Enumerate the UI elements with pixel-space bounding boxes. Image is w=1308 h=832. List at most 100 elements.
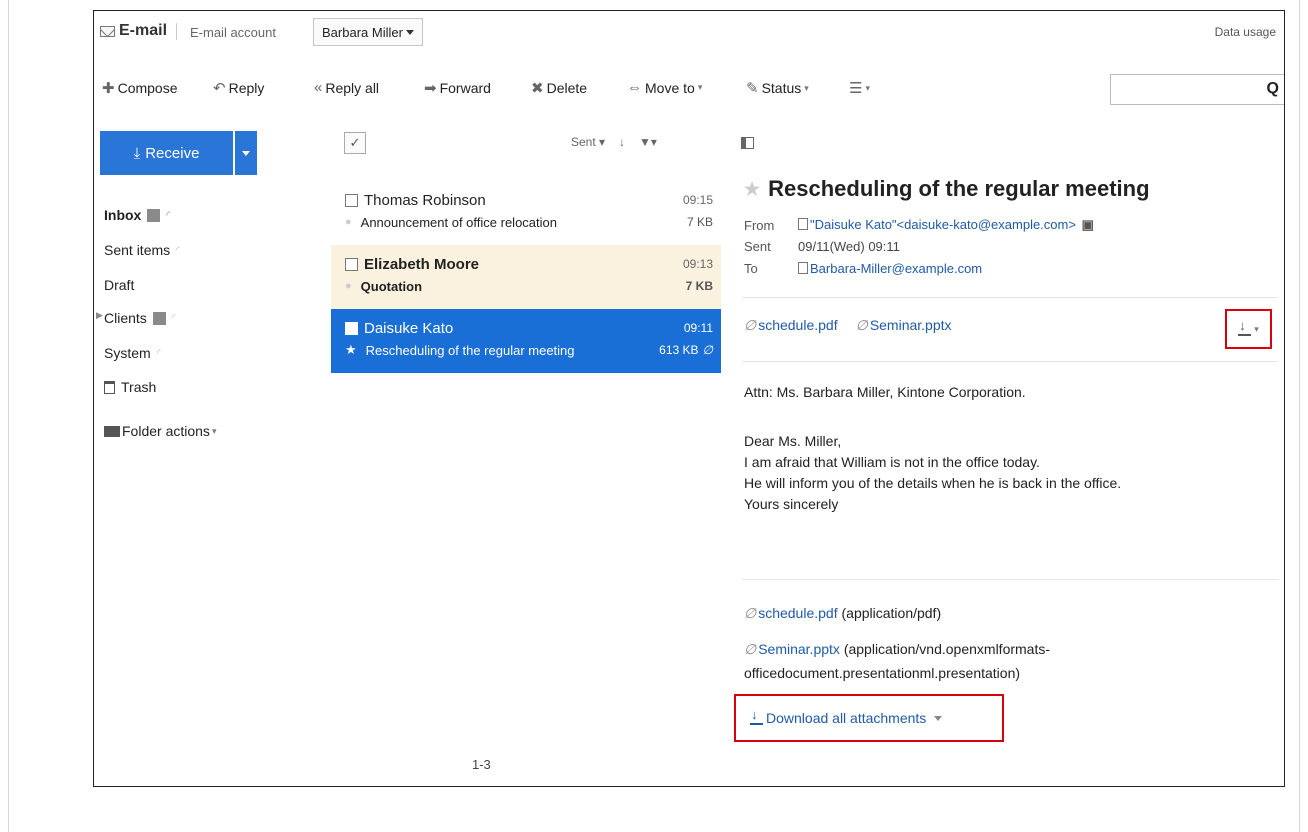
app-title-text: E-mail: [119, 22, 168, 39]
sender: Thomas Robinson: [345, 192, 486, 209]
message-subject: Quotation: [360, 278, 423, 294]
chevron-down-icon: [405, 29, 414, 35]
paperclip-icon: ∅: [702, 343, 713, 357]
message-title: ★ Rescheduling of the regular meeting: [744, 176, 1150, 202]
message-row[interactable]: Thomas Robinson 09:15 ● Announcement of …: [331, 181, 721, 245]
attachment-name: Seminar.pptx: [758, 641, 840, 657]
move-to-label: Move to: [645, 79, 695, 96]
reply-all-button[interactable]: « Reply all: [314, 79, 379, 96]
attachment-list-item: ∅ schedule.pdf (application/pdf): [744, 605, 941, 622]
status-button[interactable]: ✎ Status ▾: [746, 79, 809, 97]
message-subject-wrap: ● Quotation: [345, 279, 422, 294]
chevron-down-icon: ▾: [804, 82, 809, 93]
delete-icon: ✖: [531, 80, 544, 97]
from-row: From "Daisuke Kato"<daisuke-kato@example…: [744, 217, 1094, 233]
sort-controls: Sent ▾ ↓ ▼▾: [571, 135, 657, 149]
search-input[interactable]: Q: [1110, 74, 1284, 105]
status-label: Status: [761, 80, 802, 96]
folder-sent-items[interactable]: Sent items ◜: [104, 240, 180, 260]
attachment-link[interactable]: ∅ Seminar.pptx: [856, 317, 952, 334]
message-time: 09:15: [682, 193, 713, 207]
select-all-checkbox[interactable]: ✓: [344, 132, 366, 154]
download-icon: ⤓: [133, 144, 141, 162]
app-title: E-mail: [100, 22, 167, 40]
body-line: Yours sincerely: [744, 496, 839, 512]
account-select[interactable]: Barbara Miller: [313, 18, 423, 46]
folder-label: Trash: [121, 379, 157, 395]
contact-icon: [798, 218, 808, 230]
paperclip-icon: ∅: [744, 641, 757, 657]
star-icon[interactable]: ★: [345, 342, 357, 358]
message-checkbox[interactable]: [345, 257, 358, 271]
download-all-attachments-button[interactable]: Download all attachments: [734, 694, 1004, 742]
pane-toggle-icon[interactable]: [741, 137, 754, 149]
sent-value: 09/11(Wed) 09:11: [798, 239, 900, 254]
from-address[interactable]: "Daisuke Kato"<daisuke-kato@example.com>…: [798, 217, 1094, 233]
sort-dropdown[interactable]: Sent ▾: [571, 135, 605, 149]
message-checkbox[interactable]: [345, 321, 358, 335]
star-icon[interactable]: ●: [345, 216, 352, 228]
attachment-type: (application/pdf): [841, 605, 942, 621]
message-subject: Rescheduling of the regular meeting: [365, 342, 575, 358]
header-separator: [176, 23, 177, 40]
message-size-wrap: 613 KB ∅: [659, 343, 713, 357]
folder-trash[interactable]: Trash: [104, 377, 156, 397]
chevron-down-icon: [934, 715, 943, 721]
sender-name: Thomas Robinson: [364, 191, 486, 209]
forward-button[interactable]: ➡ Forward: [424, 79, 491, 97]
body-line: I am afraid that William is not in the o…: [744, 454, 1040, 470]
attachment-link[interactable]: ∅ Seminar.pptx: [744, 641, 840, 657]
folder-actions-button[interactable]: Folder actions ▾: [104, 421, 216, 441]
unread-badge: [147, 208, 161, 222]
to-label: To: [744, 261, 758, 276]
expand-icon[interactable]: ▶: [96, 310, 103, 321]
message-size: 7 KB: [686, 215, 713, 229]
to-address[interactable]: Barbara-Miller@example.com: [798, 261, 982, 276]
folder-inbox[interactable]: Inbox ◜: [104, 205, 170, 225]
message-row-selected[interactable]: Daisuke Kato 09:11 ★ Rescheduling of the…: [331, 309, 721, 373]
message-subject: Announcement of office relocation: [360, 214, 557, 230]
trash-icon: [104, 380, 115, 394]
reply-label: Reply: [228, 80, 265, 96]
list-icon: ☰: [849, 80, 863, 97]
app-header: E-mail E-mail account Barbara Miller Dat…: [94, 11, 1284, 53]
from-label: From: [744, 217, 775, 233]
chevron-down-icon: ▾: [1254, 323, 1259, 334]
attachment-name: schedule.pdf: [758, 317, 838, 333]
download-attachments-button[interactable]: ▾: [1225, 309, 1272, 349]
view-options-button[interactable]: ☰ ▾: [849, 79, 870, 97]
rss-icon: ◜: [156, 347, 161, 359]
folder-system[interactable]: System ◜: [104, 343, 161, 363]
address-book-icon[interactable]: ▣: [1082, 217, 1094, 232]
star-icon[interactable]: ★: [744, 179, 760, 200]
attachment-link[interactable]: ∅ schedule.pdf: [744, 317, 838, 334]
message-subject-heading: Rescheduling of the regular meeting: [768, 176, 1150, 201]
receive-options-button[interactable]: [235, 131, 257, 175]
compose-button[interactable]: ✚ Compose: [102, 79, 178, 97]
folder-icon: [104, 425, 120, 437]
message-time: 09:13: [682, 257, 713, 271]
message-view: ★ Rescheduling of the regular meeting Fr…: [734, 121, 1284, 781]
body-line: Attn: Ms. Barbara Miller, Kintone Corpor…: [744, 384, 1026, 400]
sent-label: Sent: [744, 239, 771, 254]
data-usage-link[interactable]: Data usage: [1215, 25, 1276, 39]
reply-button[interactable]: ↶ Reply: [213, 79, 264, 97]
filter-icon[interactable]: ▼▾: [639, 135, 657, 149]
move-to-button[interactable]: ⇔ Move to ▾: [627, 79, 702, 96]
unread-badge: [152, 311, 166, 325]
star-icon[interactable]: ●: [345, 280, 352, 292]
folder-draft[interactable]: Draft: [104, 275, 134, 295]
receive-button[interactable]: ⤓ Receive: [100, 131, 233, 175]
compose-label: Compose: [117, 80, 178, 96]
plus-icon: ✚: [102, 80, 115, 97]
sender-name: Daisuke Kato: [364, 319, 454, 337]
sort-direction-icon[interactable]: ↓: [619, 135, 625, 149]
attachment-link[interactable]: ∅ schedule.pdf: [744, 605, 838, 621]
delete-button[interactable]: ✖ Delete: [531, 79, 587, 97]
folder-label: System: [104, 345, 151, 361]
message-row[interactable]: Elizabeth Moore 09:13 ● Quotation 7 KB: [331, 245, 721, 309]
folder-clients[interactable]: Clients ◜: [104, 308, 176, 328]
message-checkbox[interactable]: [345, 193, 358, 207]
chevron-down-icon: [242, 150, 250, 156]
message-size: 613 KB: [659, 343, 699, 357]
